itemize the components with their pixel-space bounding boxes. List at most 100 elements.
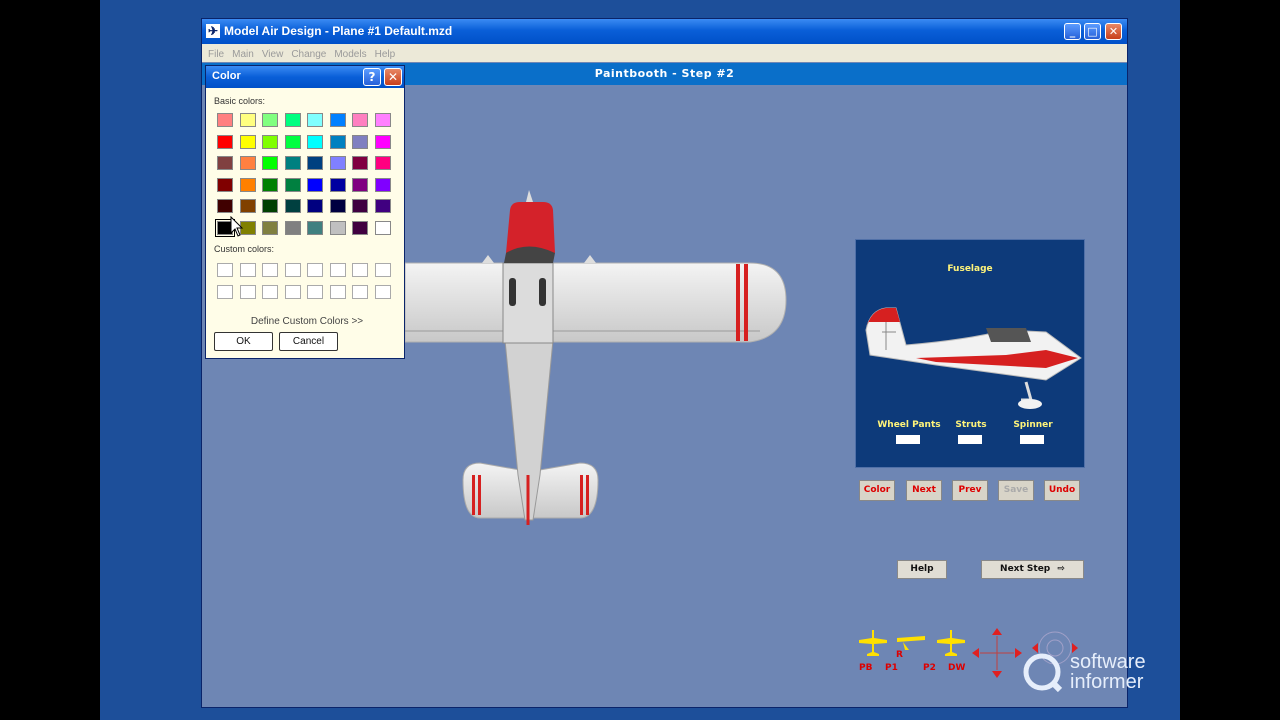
plane-front-view-icon[interactable] [936, 630, 966, 660]
close-button[interactable]: ✕ [1105, 23, 1122, 40]
color-swatch[interactable] [217, 113, 233, 127]
color-swatch[interactable] [262, 113, 278, 127]
color-swatch[interactable] [217, 177, 233, 192]
color-swatch[interactable] [352, 177, 368, 192]
menu-main[interactable]: Main [232, 46, 254, 64]
custom-color-swatch[interactable] [329, 284, 346, 299]
color-swatch[interactable] [217, 156, 233, 170]
custom-colors-grid [217, 263, 391, 299]
color-swatch[interactable] [352, 220, 368, 235]
color-swatch[interactable] [374, 220, 391, 235]
title-bar[interactable]: ✈ Model Air Design - Plane #1 Default.mz… [202, 19, 1127, 44]
color-swatch[interactable] [307, 199, 323, 213]
ok-button[interactable]: OK [214, 332, 273, 351]
minimize-button[interactable]: _ [1064, 23, 1081, 40]
color-swatch[interactable] [217, 199, 233, 213]
custom-color-swatch[interactable] [352, 284, 368, 299]
color-swatch[interactable] [374, 113, 391, 127]
color-swatch[interactable] [262, 156, 278, 170]
color-swatch[interactable] [329, 220, 346, 235]
menu-file[interactable]: File [208, 46, 224, 64]
help-icon[interactable]: ? [363, 68, 381, 86]
color-swatch[interactable] [352, 156, 368, 170]
plane-top-view-icon[interactable] [858, 630, 888, 660]
color-swatch[interactable] [352, 134, 368, 149]
color-swatch[interactable] [329, 156, 346, 170]
color-swatch[interactable] [262, 220, 278, 235]
help-button[interactable]: Help [897, 560, 947, 579]
color-swatch[interactable] [374, 199, 391, 213]
color-dialog-title-bar[interactable]: Color ? ✕ [206, 66, 404, 88]
color-swatch[interactable] [352, 199, 368, 213]
color-swatch[interactable] [329, 177, 346, 192]
stab-stripe [472, 475, 475, 515]
custom-color-swatch[interactable] [374, 263, 391, 277]
move-arrows-icon[interactable] [972, 628, 1022, 678]
custom-color-swatch[interactable] [217, 284, 233, 299]
custom-color-swatch[interactable] [262, 284, 278, 299]
custom-color-swatch[interactable] [329, 263, 346, 277]
define-custom-colors-button[interactable]: Define Custom Colors >> [214, 311, 400, 331]
color-swatch[interactable] [284, 199, 301, 213]
cowl [506, 202, 555, 253]
spinner-color-box[interactable] [1020, 435, 1044, 444]
color-swatch[interactable] [307, 177, 323, 192]
maximize-button[interactable]: □ [1084, 23, 1101, 40]
wheel-pants-color-box[interactable] [896, 435, 920, 444]
save-button[interactable]: Save [998, 480, 1034, 501]
custom-color-swatch[interactable] [239, 263, 256, 277]
custom-color-swatch[interactable] [284, 284, 301, 299]
color-swatch[interactable] [307, 113, 323, 127]
color-swatch[interactable] [307, 134, 323, 149]
color-swatch[interactable] [239, 199, 256, 213]
color-swatch[interactable] [239, 156, 256, 170]
next-step-button[interactable]: Next Step ⇨ [981, 560, 1084, 579]
color-swatch[interactable] [374, 156, 391, 170]
color-swatch[interactable] [307, 156, 323, 170]
mouse-cursor-icon [230, 216, 244, 237]
custom-color-swatch[interactable] [352, 263, 368, 277]
color-swatch[interactable] [239, 177, 256, 192]
color-swatch[interactable] [329, 134, 346, 149]
color-swatch[interactable] [374, 134, 391, 149]
color-swatch[interactable] [374, 177, 391, 192]
undo-button[interactable]: Undo [1044, 480, 1080, 501]
cancel-button[interactable]: Cancel [279, 332, 338, 351]
color-swatch[interactable] [284, 220, 301, 235]
menu-view[interactable]: View [262, 46, 284, 64]
custom-color-swatch[interactable] [284, 263, 301, 277]
menu-help[interactable]: Help [375, 46, 396, 64]
prev-button[interactable]: Prev [952, 480, 988, 501]
menu-change[interactable]: Change [291, 46, 326, 64]
color-swatch[interactable] [262, 177, 278, 192]
window-title: Model Air Design - Plane #1 Default.mzd [224, 24, 453, 38]
close-dialog-button[interactable]: ✕ [384, 68, 402, 86]
custom-color-swatch[interactable] [374, 284, 391, 299]
color-swatch[interactable] [217, 134, 233, 149]
menu-bar: File Main View Change Models Help [202, 44, 1127, 62]
custom-color-swatch[interactable] [239, 284, 256, 299]
color-swatch[interactable] [329, 199, 346, 213]
color-swatch[interactable] [307, 220, 323, 235]
color-swatch[interactable] [262, 134, 278, 149]
color-swatch[interactable] [284, 156, 301, 170]
color-swatch[interactable] [239, 134, 256, 149]
app-icon: ✈ [206, 24, 220, 38]
color-swatch[interactable] [262, 199, 278, 213]
color-button[interactable]: Color [859, 480, 895, 501]
color-swatch[interactable] [284, 177, 301, 192]
struts-color-box[interactable] [958, 435, 982, 444]
color-swatch[interactable] [239, 113, 256, 127]
custom-color-swatch[interactable] [262, 263, 278, 277]
color-swatch[interactable] [284, 113, 301, 127]
custom-color-swatch[interactable] [307, 263, 323, 277]
software-informer-watermark: software informer [1022, 650, 1162, 694]
custom-color-swatch[interactable] [307, 284, 323, 299]
color-swatch[interactable] [352, 113, 368, 127]
color-swatch[interactable] [329, 113, 346, 127]
custom-color-swatch[interactable] [217, 263, 233, 277]
next-button[interactable]: Next [906, 480, 942, 501]
menu-models[interactable]: Models [334, 46, 366, 64]
color-swatch[interactable] [284, 134, 301, 149]
wing-stripe [736, 264, 740, 341]
